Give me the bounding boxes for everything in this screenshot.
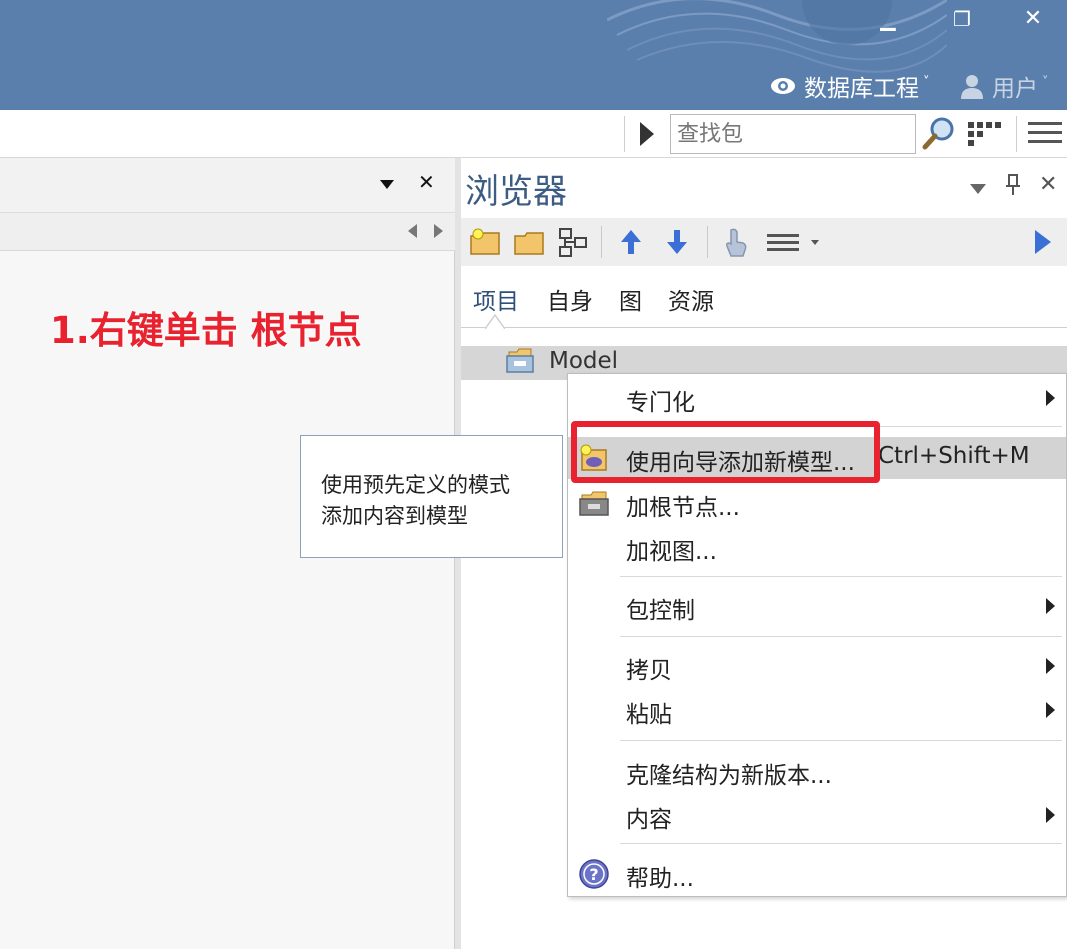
submenu-arrow-icon bbox=[1046, 598, 1055, 614]
submenu-arrow-icon bbox=[1046, 807, 1055, 823]
menu-item-help[interactable]: ? 帮助... bbox=[568, 853, 1066, 895]
tree-node-label: Model bbox=[549, 348, 619, 374]
main-toolbar bbox=[0, 110, 1067, 158]
browser-toolbar bbox=[461, 218, 1067, 266]
browser-title: 浏览器 bbox=[465, 172, 567, 212]
active-tab-pointer bbox=[485, 313, 505, 329]
user-menu[interactable]: 用户 ˅ bbox=[960, 70, 1049, 102]
menu-item-label: 帮助... bbox=[626, 866, 694, 892]
diagram-tab-strip bbox=[0, 213, 455, 251]
menu-separator bbox=[620, 576, 1062, 577]
root-node-icon bbox=[579, 491, 609, 516]
move-down-icon[interactable] bbox=[661, 226, 693, 258]
hierarchy-icon[interactable] bbox=[557, 226, 589, 258]
menu-item-label: 粘贴 bbox=[626, 702, 672, 728]
menu-item-contents[interactable]: 内容 bbox=[568, 794, 1066, 836]
svg-text:?: ? bbox=[589, 865, 598, 884]
expand-right-icon[interactable] bbox=[1027, 226, 1059, 258]
menu-item-add-view[interactable]: 加视图... bbox=[568, 526, 1066, 568]
menu-item-clone-structure[interactable]: 克隆结构为新版本... bbox=[568, 750, 1066, 792]
instruction-annotation: 1.右键单击 根节点 bbox=[50, 309, 362, 352]
pin-icon[interactable] bbox=[1006, 174, 1020, 196]
diagram-pane-header: ✕ bbox=[0, 158, 455, 213]
browser-dropdown-icon[interactable] bbox=[970, 184, 986, 194]
folder-icon[interactable] bbox=[513, 226, 545, 258]
search-package-input[interactable] bbox=[670, 114, 916, 154]
tab-resources[interactable]: 资源 bbox=[668, 282, 714, 316]
user-label: 用户 bbox=[992, 76, 1038, 102]
close-window-button[interactable]: ✕ bbox=[1013, 4, 1053, 34]
layout-grid-icon[interactable] bbox=[966, 120, 1002, 150]
restore-button[interactable]: ❐ bbox=[942, 4, 982, 34]
chevron-down-icon: ˅ bbox=[1042, 74, 1049, 90]
menu-item-label: 包控制 bbox=[626, 598, 695, 624]
help-icon: ? bbox=[579, 859, 609, 889]
menu-item-package-control[interactable]: 包控制 bbox=[568, 585, 1066, 627]
menu-item-label: 加根节点... bbox=[626, 495, 740, 521]
eye-icon bbox=[771, 78, 795, 94]
menu-item-label: 拷贝 bbox=[626, 658, 672, 684]
touch-hand-icon[interactable] bbox=[719, 226, 751, 258]
menu-separator bbox=[620, 740, 1062, 741]
submenu-arrow-icon bbox=[1046, 702, 1055, 718]
menu-item-tooltip: 使用预先定义的模式 添加内容到模型 bbox=[300, 435, 563, 558]
hamburger-menu-icon[interactable] bbox=[1028, 122, 1062, 146]
browser-tabs: 项目 自身 图 资源 bbox=[461, 266, 1067, 328]
toolbar-separator bbox=[707, 226, 708, 258]
submenu-arrow-icon bbox=[1046, 658, 1055, 674]
menu-item-label: 内容 bbox=[626, 807, 672, 833]
project-label: 数据库工程 bbox=[804, 76, 919, 102]
menu-item-copy[interactable]: 拷贝 bbox=[568, 645, 1066, 687]
user-icon bbox=[961, 75, 983, 99]
tooltip-line: 添加内容到模型 bbox=[321, 504, 468, 528]
menu-item-paste[interactable]: 粘贴 bbox=[568, 689, 1066, 731]
model-root-icon bbox=[506, 348, 534, 373]
toolbar-separator bbox=[601, 226, 602, 258]
submenu-arrow-icon bbox=[1046, 390, 1055, 406]
scroll-right-icon[interactable] bbox=[434, 224, 443, 238]
menu-separator bbox=[620, 843, 1062, 844]
scroll-left-icon[interactable] bbox=[408, 224, 417, 238]
toolbar-separator bbox=[624, 116, 625, 152]
toolbar-separator bbox=[1016, 116, 1017, 152]
tab-diagram[interactable]: 图 bbox=[619, 282, 642, 316]
tab-self[interactable]: 自身 bbox=[547, 282, 593, 316]
move-up-icon[interactable] bbox=[615, 226, 647, 258]
pane-dropdown-icon[interactable] bbox=[380, 180, 394, 189]
menu-item-label: 克隆结构为新版本... bbox=[626, 763, 832, 789]
play-icon[interactable] bbox=[640, 122, 654, 146]
menu-item-label: 专门化 bbox=[626, 390, 695, 416]
pane-close-button[interactable]: ✕ bbox=[418, 170, 435, 194]
menu-separator bbox=[620, 636, 1062, 637]
project-selector[interactable]: 数据库工程 ˅ bbox=[770, 70, 930, 102]
browser-close-button[interactable]: ✕ bbox=[1039, 172, 1057, 197]
highlight-annotation-box bbox=[571, 421, 880, 483]
new-package-icon[interactable] bbox=[469, 226, 501, 258]
menu-item-specialize[interactable]: 专门化 bbox=[568, 377, 1066, 419]
tooltip-line: 使用预先定义的模式 bbox=[321, 473, 510, 497]
search-icon[interactable] bbox=[922, 116, 956, 150]
title-bar: ▁ ❐ ✕ 数据库工程 ˅ 用户 ˅ bbox=[0, 0, 1067, 110]
tab-project[interactable]: 项目 bbox=[473, 282, 519, 316]
menu-item-label: 加视图... bbox=[626, 539, 717, 565]
list-options-icon[interactable] bbox=[765, 226, 825, 258]
chevron-down-icon: ˅ bbox=[923, 74, 930, 90]
menu-item-shortcut: Ctrl+Shift+M bbox=[878, 443, 1030, 469]
minimize-button[interactable]: ▁ bbox=[868, 4, 908, 34]
menu-item-add-root-node[interactable]: 加根节点... bbox=[568, 482, 1066, 524]
